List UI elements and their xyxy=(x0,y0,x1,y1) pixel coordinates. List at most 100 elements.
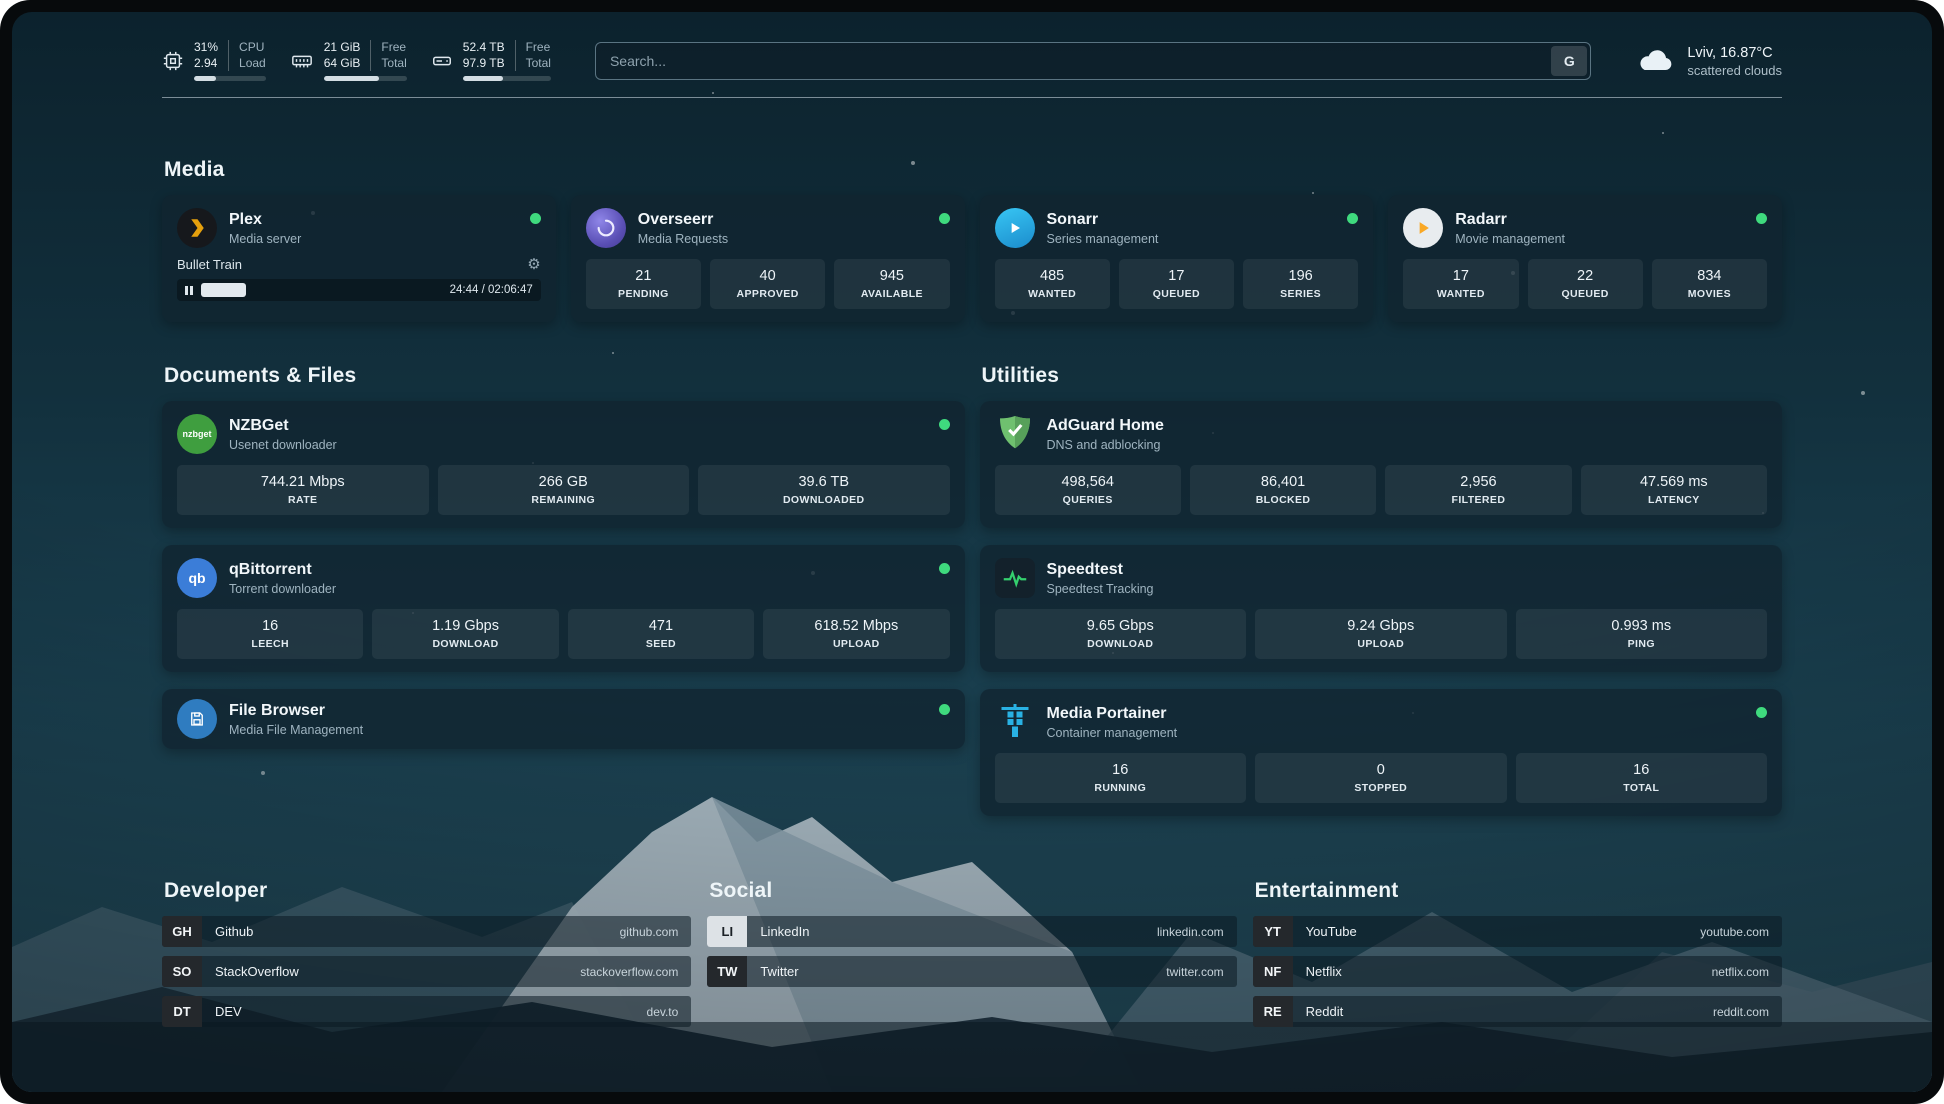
screenshot-stage: 31% 2.94 CPU Load xyxy=(0,0,1944,1104)
nzbget-card[interactable]: nzbget NZBGet Usenet downloader 744.21 M… xyxy=(162,401,965,528)
bookmark-netflix[interactable]: NF Netflix netflix.com xyxy=(1253,956,1782,987)
overseerr-card[interactable]: Overseerr Media Requests 21PENDING 40APP… xyxy=(571,195,965,322)
bookmark-youtube[interactable]: YT YouTube youtube.com xyxy=(1253,916,1782,947)
section-title-documents: Documents & Files xyxy=(164,364,965,388)
settings-gear-icon[interactable]: ⚙ xyxy=(527,257,540,272)
stat-download: 9.65 GbpsDOWNLOAD xyxy=(995,609,1247,659)
dev-icon: DT xyxy=(162,996,202,1027)
cpu-label-bottom: Load xyxy=(239,56,266,72)
bookmark-dev[interactable]: DT DEV dev.to xyxy=(162,996,691,1027)
app-subtitle: Series management xyxy=(1047,232,1159,246)
ram-label-bottom: Total xyxy=(381,56,406,72)
radarr-card[interactable]: Radarr Movie management 17WANTED 22QUEUE… xyxy=(1388,195,1782,322)
app-title: qBittorrent xyxy=(229,561,336,579)
sonarr-card[interactable]: Sonarr Series management 485WANTED 17QUE… xyxy=(980,195,1374,322)
stat-latency: 47.569 msLATENCY xyxy=(1581,465,1767,515)
twitter-icon: TW xyxy=(707,956,747,987)
ram-label-top: Free xyxy=(381,40,406,56)
stat-queued: 22QUEUED xyxy=(1528,259,1643,309)
ram-usage-fill xyxy=(324,76,380,81)
section-title-media: Media xyxy=(164,158,1782,182)
netflix-icon: NF xyxy=(1253,956,1293,987)
disk-label-bottom: Total xyxy=(526,56,551,72)
bookmark-group-entertainment: Entertainment YT YouTube youtube.com NF … xyxy=(1253,879,1782,1036)
app-subtitle: Media File Management xyxy=(229,723,363,737)
weather-location: Lviv, 16.87°C xyxy=(1687,43,1782,63)
qbittorrent-card[interactable]: qb qBittorrent Torrent downloader 16LEEC… xyxy=(162,545,965,672)
filebrowser-card[interactable]: File Browser Media File Management xyxy=(162,689,965,749)
app-subtitle: DNS and adblocking xyxy=(1047,438,1164,452)
cpu-percent: 31% xyxy=(194,40,218,56)
section-title-developer: Developer xyxy=(164,879,691,903)
filebrowser-icon xyxy=(177,699,217,739)
cpu-usage-fill xyxy=(194,76,216,81)
adguard-card[interactable]: AdGuard Home DNS and adblocking 498,564Q… xyxy=(980,401,1783,528)
stat-ping: 0.993 msPING xyxy=(1516,609,1768,659)
stat-movies: 834MOVIES xyxy=(1652,259,1767,309)
stat-approved: 40APPROVED xyxy=(710,259,825,309)
disk-icon xyxy=(431,50,453,72)
bookmark-stackoverflow[interactable]: SO StackOverflow stackoverflow.com xyxy=(162,956,691,987)
speedtest-card[interactable]: Speedtest Speedtest Tracking 9.65 GbpsDO… xyxy=(980,545,1783,672)
status-dot xyxy=(530,213,541,224)
speedtest-icon xyxy=(995,558,1035,598)
ram-icon xyxy=(290,50,314,72)
pause-icon[interactable] xyxy=(185,286,193,295)
playback-bar[interactable]: 24:44 / 02:06:47 xyxy=(177,279,541,301)
top-bar: 31% 2.94 CPU Load xyxy=(162,40,1782,81)
bookmark-reddit[interactable]: RE Reddit reddit.com xyxy=(1253,996,1782,1027)
nzbget-icon: nzbget xyxy=(177,414,217,454)
plex-icon xyxy=(177,208,217,248)
bookmark-github[interactable]: GH Github github.com xyxy=(162,916,691,947)
dashboard-screen: 31% 2.94 CPU Load xyxy=(12,12,1932,1092)
playback-track[interactable] xyxy=(201,283,442,297)
weather-widget: Lviv, 16.87°C scattered clouds xyxy=(1637,43,1782,78)
stat-upload: 618.52 MbpsUPLOAD xyxy=(763,609,949,659)
ram-free-value: 21 GiB xyxy=(324,40,361,56)
section-title-entertainment: Entertainment xyxy=(1255,879,1782,903)
bookmark-twitter[interactable]: TW Twitter twitter.com xyxy=(707,956,1236,987)
stat-blocked: 86,401BLOCKED xyxy=(1190,465,1376,515)
portainer-icon xyxy=(995,702,1035,742)
qbittorrent-icon: qb xyxy=(177,558,217,598)
playback-time: 24:44 / 02:06:47 xyxy=(450,284,533,296)
linkedin-icon: LI xyxy=(707,916,747,947)
status-dot xyxy=(939,704,950,715)
stat-seed: 471SEED xyxy=(568,609,754,659)
search-engine-button[interactable]: G xyxy=(1551,46,1587,76)
bookmark-group-developer: Developer GH Github github.com SO StackO… xyxy=(162,879,691,1036)
app-title: Plex xyxy=(229,211,301,229)
stat-remaining: 266 GBREMAINING xyxy=(438,465,690,515)
app-title: NZBGet xyxy=(229,417,337,435)
stat-download: 1.19 GbpsDOWNLOAD xyxy=(372,609,558,659)
disk-usage-bar xyxy=(463,76,551,81)
stackoverflow-icon: SO xyxy=(162,956,202,987)
stat-leech: 16LEECH xyxy=(177,609,363,659)
search-input[interactable] xyxy=(595,42,1591,80)
cloud-icon xyxy=(1637,47,1675,75)
status-dot xyxy=(1756,213,1767,224)
radarr-icon xyxy=(1403,208,1443,248)
status-dot xyxy=(1756,707,1767,718)
cpu-label-top: CPU xyxy=(239,40,266,56)
app-window: 31% 2.94 CPU Load xyxy=(0,0,1944,1104)
ram-usage-bar xyxy=(324,76,407,81)
cpu-load-value: 2.94 xyxy=(194,56,218,72)
bookmark-linkedin[interactable]: LI LinkedIn linkedin.com xyxy=(707,916,1236,947)
weather-condition: scattered clouds xyxy=(1687,63,1782,78)
status-dot xyxy=(939,213,950,224)
stat-available: 945AVAILABLE xyxy=(834,259,949,309)
app-title: Sonarr xyxy=(1047,211,1159,229)
app-title: Speedtest xyxy=(1047,561,1154,579)
status-dot xyxy=(939,419,950,430)
cpu-widget: 31% 2.94 CPU Load xyxy=(162,40,266,81)
sonarr-icon xyxy=(995,208,1035,248)
now-playing-title: Bullet Train xyxy=(177,257,242,272)
app-title: Media Portainer xyxy=(1047,705,1178,723)
stat-pending: 21PENDING xyxy=(586,259,701,309)
search-bar: G xyxy=(595,42,1591,80)
disk-widget: 52.4 TB 97.9 TB Free Total xyxy=(431,40,551,81)
portainer-card[interactable]: Media Portainer Container management 16R… xyxy=(980,689,1783,816)
plex-card[interactable]: Plex Media server Bullet Train ⚙ xyxy=(162,195,556,322)
app-title: Radarr xyxy=(1455,211,1565,229)
